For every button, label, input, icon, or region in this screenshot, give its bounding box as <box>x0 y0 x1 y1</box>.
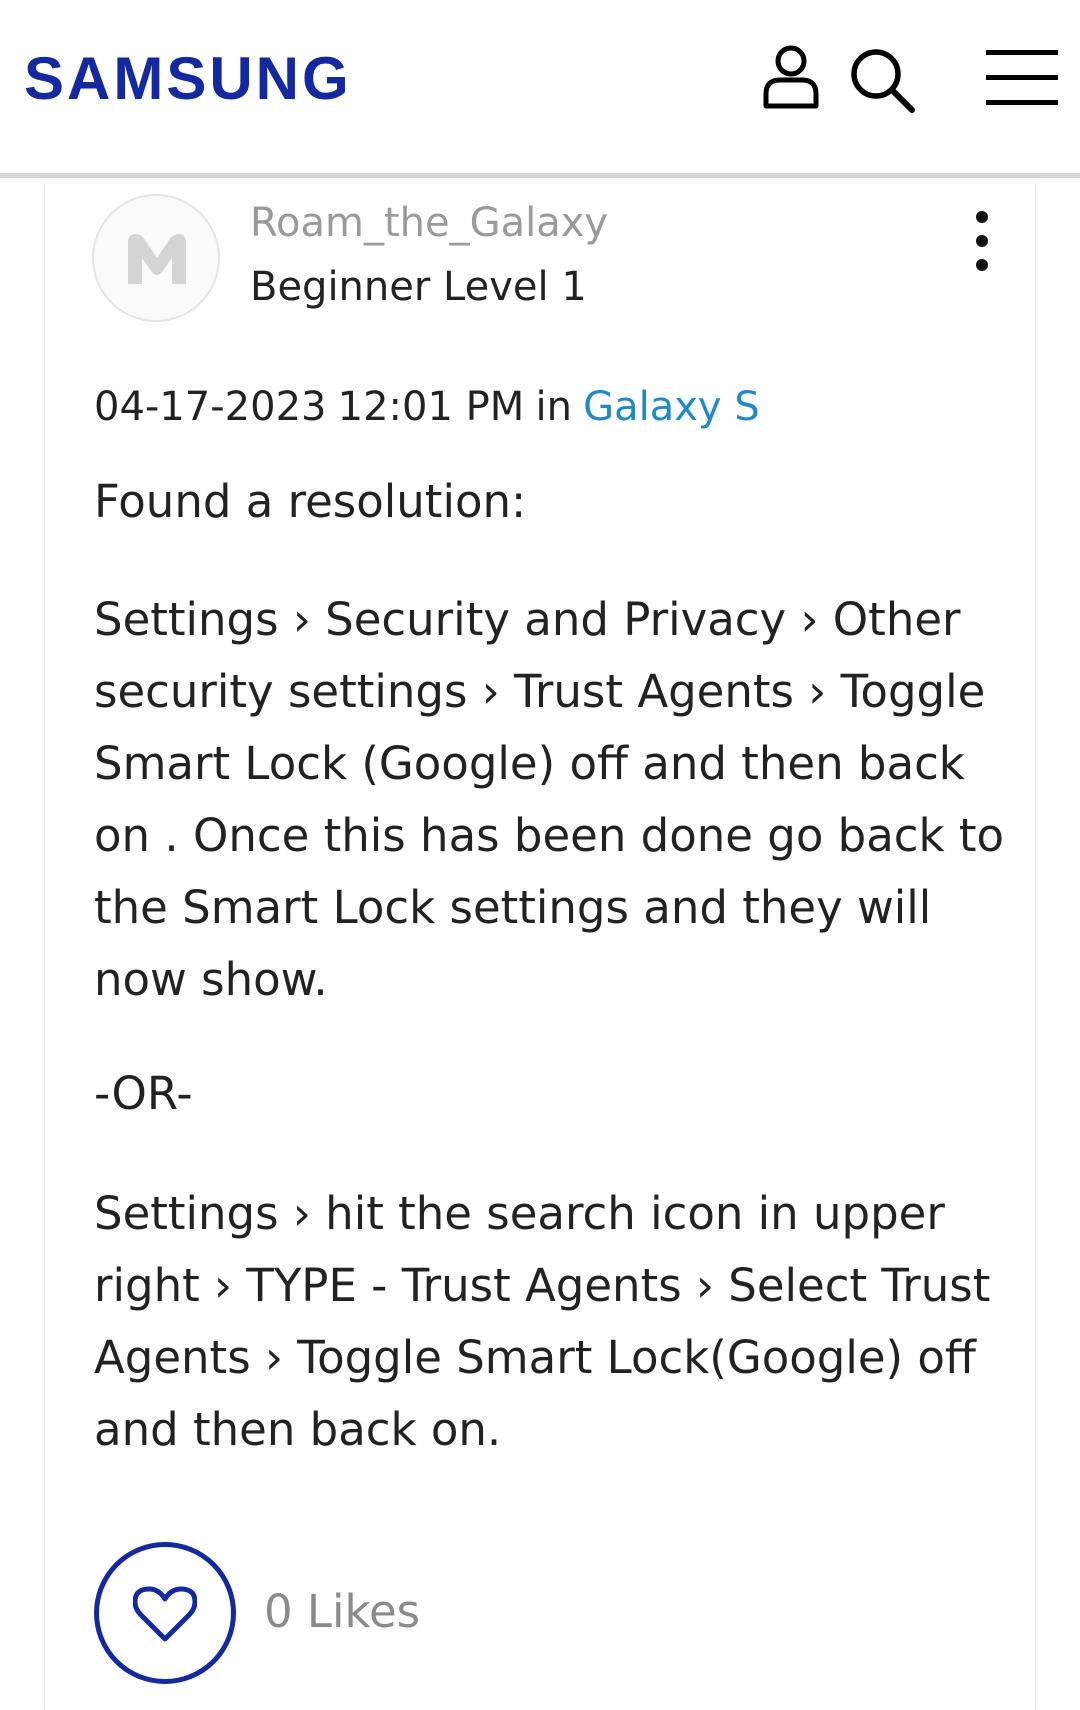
heart-icon <box>133 1586 197 1642</box>
samsung-logo[interactable]: SAMSUNG <box>24 44 352 114</box>
author-name[interactable]: Roam_the_Galaxy <box>250 196 608 250</box>
post-body-paragraph: -OR- <box>94 1067 193 1120</box>
likes-count: 0 Likes <box>264 1585 421 1638</box>
post-date: 04-17-2023 <box>94 384 327 430</box>
post-body-paragraph: Settings › Security and Privacy › Other … <box>94 593 1005 1006</box>
post-time: 12:01 PM <box>337 384 525 430</box>
post-meta: 04-17-2023 12:01 PM in Galaxy S <box>94 380 760 434</box>
search-icon[interactable] <box>848 46 916 114</box>
author-avatar[interactable] <box>92 194 220 322</box>
avatar-letter-icon <box>128 234 186 284</box>
post-body-paragraph: Settings › hit the search icon in upper … <box>94 1187 991 1456</box>
post-body-paragraph: Found a resolution: <box>94 475 527 528</box>
user-icon[interactable] <box>762 44 820 110</box>
author-rank: Beginner Level 1 <box>250 264 587 310</box>
like-button[interactable] <box>94 1542 236 1684</box>
board-link[interactable]: Galaxy S <box>583 384 760 430</box>
site-header: SAMSUNG <box>0 0 1080 178</box>
hamburger-menu-icon[interactable] <box>986 48 1058 108</box>
in-label: in <box>535 384 572 430</box>
more-options-icon[interactable] <box>964 208 1000 274</box>
